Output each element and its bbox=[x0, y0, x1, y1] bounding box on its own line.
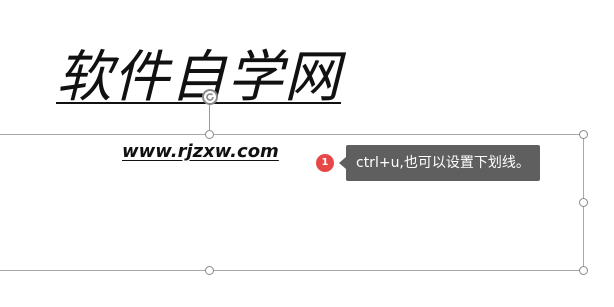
rotate-handle-icon[interactable] bbox=[202, 89, 218, 105]
resize-handle-top-right[interactable] bbox=[579, 130, 588, 139]
title-text-box[interactable]: 软件自学网 bbox=[56, 50, 341, 106]
resize-handle-top-middle[interactable] bbox=[205, 130, 214, 139]
instruction-tooltip: ctrl+u,也可以设置下划线。 bbox=[339, 145, 540, 181]
resize-handle-bottom-middle[interactable] bbox=[205, 266, 214, 275]
step-badge: 1 bbox=[316, 154, 334, 172]
resize-handle-middle-right[interactable] bbox=[579, 198, 588, 207]
slide-canvas: 软件自学网 www.rjzxw.com 1 ctrl+u,也可以设置下划线。 bbox=[0, 0, 614, 307]
url-text[interactable]: www.rjzxw.com bbox=[122, 142, 279, 162]
resize-handle-bottom-right[interactable] bbox=[579, 266, 588, 275]
rotate-handle-stem bbox=[209, 104, 210, 130]
